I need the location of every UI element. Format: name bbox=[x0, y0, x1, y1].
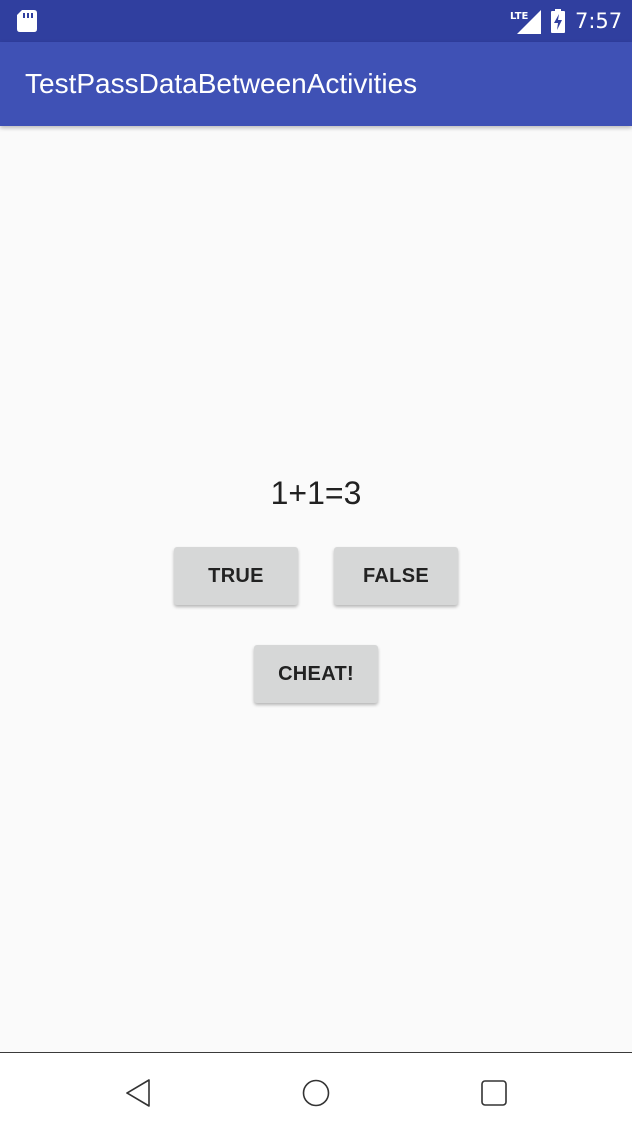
lte-signal-icon: LTE bbox=[510, 10, 541, 34]
home-icon[interactable] bbox=[296, 1073, 336, 1113]
true-button[interactable]: TRUE bbox=[174, 547, 298, 605]
sd-card-icon bbox=[17, 10, 37, 32]
question-text: 1+1=3 bbox=[270, 475, 362, 511]
app-bar: TestPassDataBetweenActivities bbox=[0, 42, 632, 126]
false-button[interactable]: FALSE bbox=[334, 547, 458, 605]
status-bar: LTE 7:57 bbox=[0, 0, 632, 42]
navigation-bar bbox=[0, 1052, 632, 1130]
app-title: TestPassDataBetweenActivities bbox=[25, 68, 418, 99]
recents-icon[interactable] bbox=[474, 1073, 514, 1113]
battery-charging-icon bbox=[551, 9, 565, 33]
svg-text:LTE: LTE bbox=[510, 11, 529, 22]
cheat-button[interactable]: CHEAT! bbox=[254, 645, 378, 703]
screen: LTE 7:57 TestPassDataBetweenActivities 1… bbox=[0, 0, 632, 1130]
status-time: 7:57 bbox=[575, 9, 623, 33]
back-icon[interactable] bbox=[119, 1073, 159, 1113]
